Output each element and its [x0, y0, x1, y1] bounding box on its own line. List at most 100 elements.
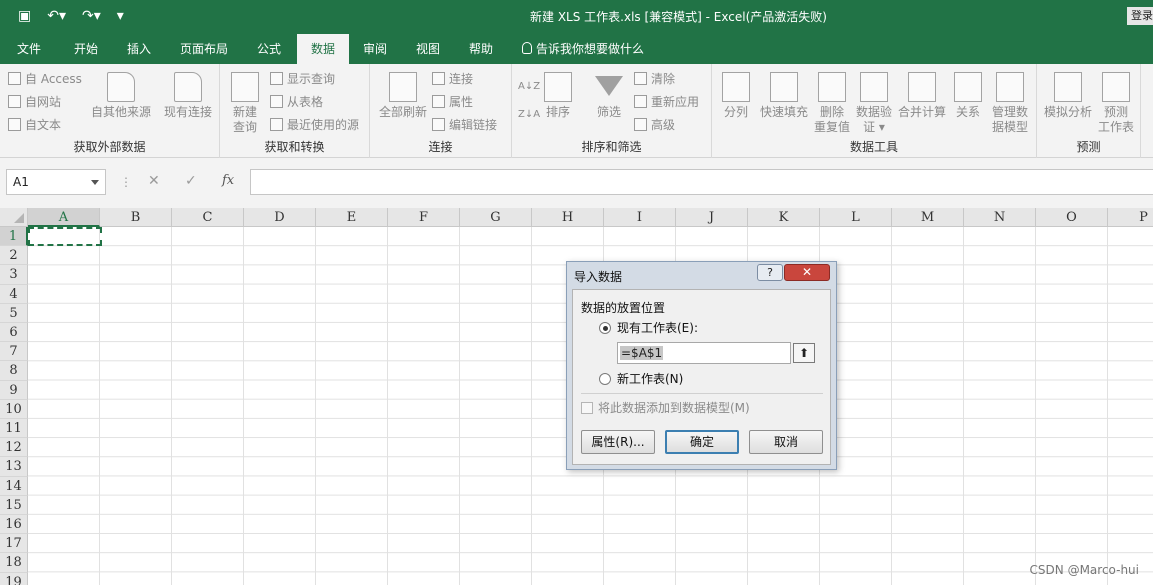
sort-ascending-button[interactable]: A↓Z — [518, 78, 540, 96]
row-header-18[interactable]: 18 — [0, 553, 28, 573]
row-header-19[interactable]: 19 — [0, 572, 28, 585]
reapply-button[interactable]: 重新应用 — [634, 93, 699, 111]
existing-connections-button[interactable]: 现有连接 — [160, 72, 216, 120]
customize-icon[interactable]: ▾ — [117, 8, 124, 24]
column-header-f[interactable]: F — [388, 208, 460, 227]
show-queries-button[interactable]: 显示查询 — [270, 70, 335, 88]
what-if-analysis-button[interactable]: 模拟分析 — [1041, 72, 1095, 120]
close-icon[interactable]: ✕ — [784, 264, 830, 281]
column-header-p[interactable]: P — [1108, 208, 1153, 227]
redo-icon[interactable]: ↷▾ — [82, 8, 101, 24]
row-header-2[interactable]: 2 — [0, 246, 28, 266]
from-text-button[interactable]: 自文本 — [8, 116, 61, 134]
forecast-sheet-button[interactable]: 预测 工作表 — [1095, 72, 1137, 135]
tab-view[interactable]: 视图 — [404, 34, 452, 64]
enter-icon[interactable]: ✓ — [185, 173, 197, 189]
manage-data-model-button[interactable]: 管理数 据模型 — [988, 72, 1032, 135]
row-header-7[interactable]: 7 — [0, 342, 28, 362]
row-header-10[interactable]: 10 — [0, 399, 28, 419]
help-icon[interactable]: ? — [757, 264, 783, 281]
from-access-button[interactable]: 自 Access — [8, 70, 82, 88]
column-header-l[interactable]: L — [820, 208, 892, 227]
data-validation-button[interactable]: 数据验证 ▾ — [852, 72, 896, 135]
tab-help[interactable]: 帮助 — [458, 34, 504, 64]
tell-me-search[interactable]: 告诉我你想要做什么 — [522, 34, 644, 64]
active-cell-a1[interactable] — [28, 227, 102, 246]
tab-formulas[interactable]: 公式 — [244, 34, 294, 64]
ok-button[interactable]: 确定 — [665, 430, 739, 454]
cancel-icon[interactable]: ✕ — [148, 173, 160, 189]
clear-filter-button[interactable]: 清除 — [634, 70, 675, 88]
collapse-dialog-icon[interactable]: ⬆ — [793, 343, 815, 363]
existing-sheet-radio[interactable] — [599, 322, 611, 334]
row-header-1[interactable]: 1 — [0, 227, 28, 247]
tab-home[interactable]: 开始 — [60, 34, 112, 64]
column-header-j[interactable]: J — [676, 208, 748, 227]
login-button[interactable]: 登录 — [1127, 7, 1153, 25]
advanced-filter-button[interactable]: 高级 — [634, 116, 675, 134]
row-header-5[interactable]: 5 — [0, 303, 28, 323]
insert-function-icon[interactable]: fx — [222, 173, 234, 188]
row-header-8[interactable]: 8 — [0, 361, 28, 381]
row-header-4[interactable]: 4 — [0, 284, 28, 304]
relationships-button[interactable]: 关系 — [950, 72, 986, 120]
cell-reference-input[interactable]: =$A$1 — [617, 342, 791, 364]
chevron-down-icon[interactable] — [91, 180, 99, 185]
column-header-n[interactable]: N — [964, 208, 1036, 227]
tab-review[interactable]: 审阅 — [352, 34, 398, 64]
consolidate-button[interactable]: 合并计算 — [896, 72, 948, 120]
new-query-button[interactable]: 新建 查询 — [224, 72, 266, 135]
tab-file[interactable]: 文件 — [4, 34, 54, 64]
properties-dialog-button[interactable]: 属性(R)... — [581, 430, 655, 454]
undo-icon[interactable]: ↶▾ — [47, 8, 66, 24]
row-header-15[interactable]: 15 — [0, 495, 28, 515]
column-header-e[interactable]: E — [316, 208, 388, 227]
sort-button[interactable]: 排序 — [542, 72, 574, 120]
name-box[interactable]: A1 — [6, 169, 106, 195]
row-header-17[interactable]: 17 — [0, 534, 28, 554]
edit-links-button[interactable]: 编辑链接 — [432, 116, 497, 134]
from-table-button[interactable]: 从表格 — [270, 93, 323, 111]
add-to-data-model-checkbox[interactable] — [581, 402, 593, 414]
row-header-11[interactable]: 11 — [0, 419, 28, 439]
remove-duplicates-button[interactable]: 删除 重复值 — [812, 72, 852, 135]
properties-button[interactable]: 属性 — [432, 93, 473, 111]
tab-insert[interactable]: 插入 — [114, 34, 164, 64]
column-header-c[interactable]: C — [172, 208, 244, 227]
column-header-m[interactable]: M — [892, 208, 964, 227]
row-header-16[interactable]: 16 — [0, 515, 28, 535]
sort-descending-button[interactable]: Z↓A — [518, 106, 540, 124]
row-header-9[interactable]: 9 — [0, 380, 28, 400]
filter-button[interactable]: 筛选 — [592, 72, 626, 120]
connections-button[interactable]: 连接 — [432, 70, 473, 88]
splitter-icon[interactable]: ⋮ — [120, 175, 132, 189]
new-sheet-radio[interactable] — [599, 373, 611, 385]
column-header-a[interactable]: A — [28, 208, 100, 227]
add-to-data-model-option[interactable]: 将此数据添加到数据模型(M) — [581, 400, 750, 416]
column-header-i[interactable]: I — [604, 208, 676, 227]
column-header-b[interactable]: B — [100, 208, 172, 227]
other-sources-button[interactable]: 自其他来源 — [88, 72, 154, 120]
row-header-14[interactable]: 14 — [0, 476, 28, 496]
column-header-g[interactable]: G — [460, 208, 532, 227]
row-header-13[interactable]: 13 — [0, 457, 28, 477]
row-header-12[interactable]: 12 — [0, 438, 28, 458]
from-web-button[interactable]: 自网站 — [8, 93, 61, 111]
tab-data[interactable]: 数据 — [297, 34, 349, 64]
column-header-o[interactable]: O — [1036, 208, 1108, 227]
column-header-d[interactable]: D — [244, 208, 316, 227]
group-data-tools: 分列 快速填充 删除 重复值 数据验证 ▾ 合并计算 关系 管理数 据模型 数据工具 — [712, 64, 1037, 158]
save-icon[interactable]: ▣ — [18, 8, 31, 24]
tab-page-layout[interactable]: 页面布局 — [170, 34, 238, 64]
row-header-6[interactable]: 6 — [0, 323, 28, 343]
select-all-button[interactable] — [0, 208, 28, 227]
cancel-button[interactable]: 取消 — [749, 430, 823, 454]
refresh-all-button[interactable]: 全部刷新 — [376, 72, 430, 120]
row-header-3[interactable]: 3 — [0, 265, 28, 285]
column-header-k[interactable]: K — [748, 208, 820, 227]
formula-input[interactable] — [250, 169, 1153, 195]
recent-sources-button[interactable]: 最近使用的源 — [270, 116, 359, 134]
column-header-h[interactable]: H — [532, 208, 604, 227]
flash-fill-button[interactable]: 快速填充 — [756, 72, 812, 120]
text-to-columns-button[interactable]: 分列 — [718, 72, 754, 120]
